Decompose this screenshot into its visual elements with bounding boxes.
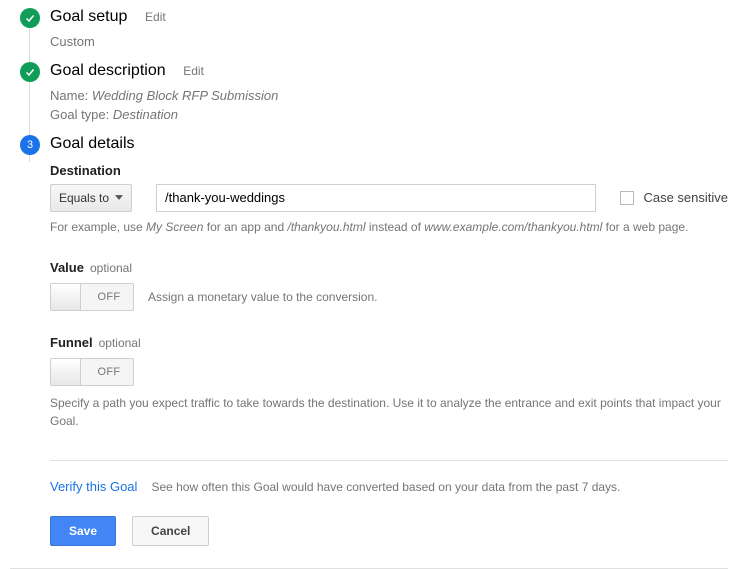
match-type-value: Equals to [59,191,109,205]
value-toggle-state: OFF [85,284,133,310]
step-number-badge: 3 [20,135,40,155]
destination-input[interactable] [156,184,596,212]
funnel-toggle[interactable]: OFF [50,358,134,386]
check-icon [20,62,40,82]
case-sensitive-checkbox[interactable] [620,191,634,205]
step-desc-sub: Name: Wedding Block RFP Submission Goal … [50,86,728,125]
value-toggle[interactable]: OFF [50,283,134,311]
check-icon [20,8,40,28]
match-type-dropdown[interactable]: Equals to [50,184,132,212]
case-sensitive-label: Case sensitive [643,190,728,205]
type-value: Destination [113,107,178,122]
step-setup-title: Goal setup [50,8,127,26]
step-goal-details: 3 Goal details [10,135,728,153]
toggle-knob [51,359,81,385]
case-sensitive-wrap: Case sensitive [620,190,728,206]
destination-label: Destination [50,163,728,178]
step-desc-title: Goal description [50,62,166,80]
edit-goal-setup[interactable]: Edit [145,10,166,24]
step-goal-description: Goal description Edit Name: Wedding Bloc… [10,62,728,125]
step-number: 3 [27,139,33,151]
value-label: Valueoptional [50,260,728,275]
edit-goal-description[interactable]: Edit [183,64,204,78]
name-value: Wedding Block RFP Submission [92,88,278,103]
verify-desc: See how often this Goal would have conve… [151,480,620,494]
toggle-knob [51,284,81,310]
funnel-toggle-state: OFF [85,359,133,385]
cancel-button[interactable]: Cancel [132,516,209,546]
step-goal-setup: Goal setup Edit Custom [10,8,728,52]
funnel-label: Funneloptional [50,335,728,350]
verify-goal-link[interactable]: Verify this Goal [50,479,137,494]
step-details-title: Goal details [50,135,135,153]
destination-hint: For example, use My Screen for an app an… [50,218,728,236]
value-desc: Assign a monetary value to the conversio… [148,290,377,304]
step-setup-sub: Custom [50,32,728,52]
funnel-desc: Specify a path you expect traffic to tak… [50,394,728,430]
name-label: Name: [50,88,88,103]
save-button[interactable]: Save [50,516,116,546]
chevron-down-icon [115,195,123,200]
divider [10,568,728,569]
type-label: Goal type: [50,107,109,122]
